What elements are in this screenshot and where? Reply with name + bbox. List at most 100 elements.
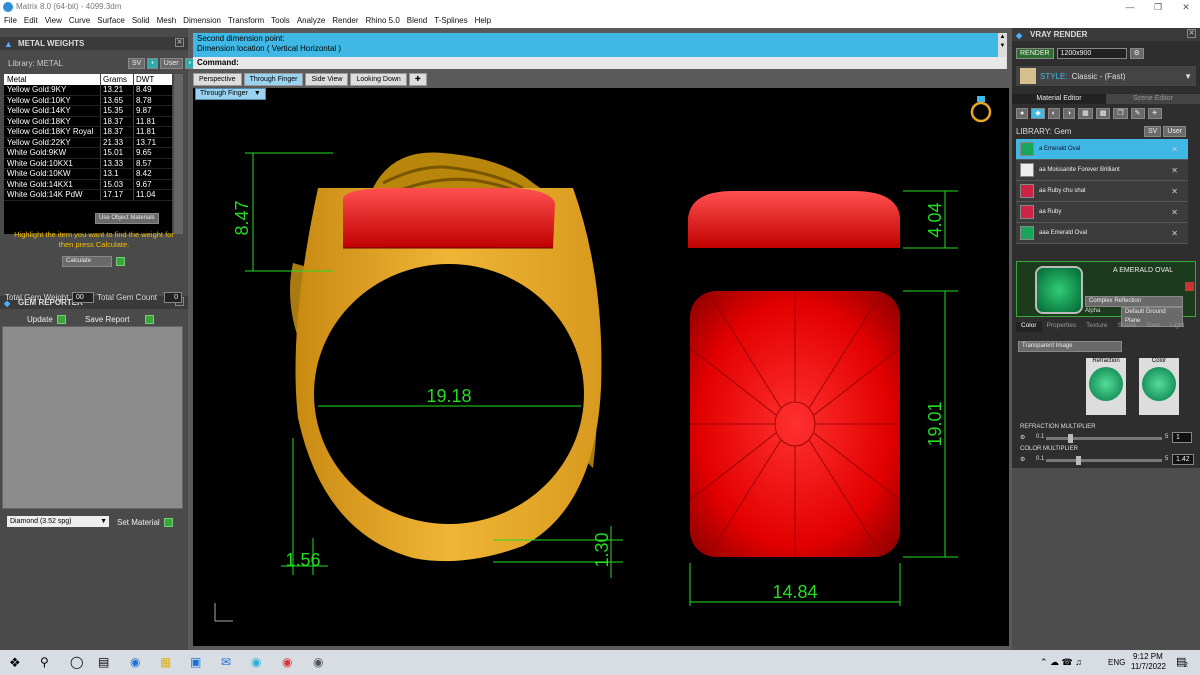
color-swatch[interactable]: Color xyxy=(1139,358,1179,415)
menu-view[interactable]: View xyxy=(45,14,62,28)
menu-curve[interactable]: Curve xyxy=(69,14,90,28)
menu-transform[interactable]: Transform xyxy=(228,14,264,28)
refraction-swatch[interactable]: Refraction xyxy=(1086,358,1126,415)
menu-tools[interactable]: Tools xyxy=(271,14,290,28)
table-row[interactable]: Yellow Gold:18KY 18.37 11.81 xyxy=(4,116,172,127)
reflection-select[interactable]: Complex Reflection xyxy=(1085,296,1183,307)
col-metal[interactable]: Metal xyxy=(4,74,100,85)
windows-start-icon[interactable]: ❖ xyxy=(9,655,21,671)
clock-time[interactable]: 9:12 PM xyxy=(1133,652,1163,661)
store-icon[interactable]: ▣ xyxy=(190,655,201,669)
color-knob[interactable] xyxy=(1076,456,1081,465)
copy-icon[interactable]: ❐ xyxy=(1113,108,1128,119)
grid-icon[interactable]: ▦ xyxy=(1078,108,1093,119)
update-go-icon[interactable] xyxy=(56,315,66,324)
close-icon[interactable]: ✕ xyxy=(1171,145,1178,154)
gear-icon[interactable]: ⚙ xyxy=(1020,434,1025,441)
menu-surface[interactable]: Surface xyxy=(97,14,125,28)
gem-sv-button[interactable]: SV xyxy=(1144,126,1162,137)
col-dwt[interactable]: DWT xyxy=(133,74,172,85)
tab-through-finger[interactable]: Through Finger xyxy=(243,73,304,86)
tab-scene-editor[interactable]: Scene Editor xyxy=(1106,94,1200,104)
color-value[interactable]: 1.42 xyxy=(1172,454,1194,465)
matrix-icon[interactable]: ▩ xyxy=(1095,108,1111,119)
close-icon[interactable]: ✕ xyxy=(1171,229,1178,238)
resolution-field[interactable]: 1200x900 xyxy=(1056,48,1127,59)
sv-button[interactable]: SV xyxy=(128,58,146,69)
search-icon[interactable]: ⚲ xyxy=(40,655,49,669)
close-icon[interactable]: ✕ xyxy=(1171,208,1178,217)
gem-user-button[interactable]: User xyxy=(1163,126,1187,137)
subtab-toon[interactable]: Toon xyxy=(1141,322,1165,332)
gem-material-icon[interactable]: ◆ xyxy=(1031,108,1045,119)
viewport[interactable]: 8.47 19.18 1.56 1.30 4.04 19.01 14.84 xyxy=(193,88,1009,646)
view-selector[interactable]: Through Finger ▼ xyxy=(195,88,266,100)
command-prompt[interactable]: Command: xyxy=(193,57,1006,69)
calculate-button[interactable]: Calculate xyxy=(62,256,112,267)
table-row[interactable]: White Gold:9KW 15.01 9.65 xyxy=(4,148,172,159)
language-indicator[interactable]: ENG xyxy=(1108,658,1125,667)
maximize-icon[interactable]: ❐ xyxy=(1144,0,1172,14)
mail-icon[interactable]: ✉ xyxy=(221,655,231,669)
calculate-go-icon[interactable] xyxy=(116,257,125,266)
menu-blend[interactable]: Blend xyxy=(407,14,427,28)
set-material-button[interactable]: Set Material xyxy=(117,518,160,527)
refraction-value[interactable]: 1 xyxy=(1172,432,1192,443)
close-icon[interactable]: ✕ xyxy=(1171,187,1178,196)
table-row[interactable]: White Gold:14KX1 15.03 9.67 xyxy=(4,179,172,190)
subtab-light[interactable]: Light xyxy=(1165,322,1189,332)
edge-icon[interactable]: ◉ xyxy=(130,655,140,669)
sphere-icon[interactable]: ◐ xyxy=(1047,108,1060,119)
save-report-button[interactable]: Save Report xyxy=(85,315,129,324)
mix-icon[interactable]: ◑ xyxy=(1062,108,1076,119)
close-icon[interactable]: ✕ xyxy=(1172,0,1200,14)
table-row[interactable]: Yellow Gold:9KY 13.21 8.49 xyxy=(4,85,172,96)
gem-list-item[interactable]: a Emerald Oval ✕ xyxy=(1016,139,1188,160)
menu-dimension[interactable]: Dimension xyxy=(183,14,221,28)
gem-list-item[interactable]: aa Ruby ✕ xyxy=(1016,202,1188,223)
chrome-icon[interactable]: ◉ xyxy=(282,655,292,669)
system-tray-icons[interactable]: ⌃ ☁ ☎ ♫ xyxy=(1040,657,1082,668)
color-slider[interactable] xyxy=(1046,456,1162,465)
refraction-slider[interactable] xyxy=(1046,434,1162,443)
metal-table-scrollbar[interactable] xyxy=(174,74,183,234)
cortana-icon[interactable]: ◯ xyxy=(70,655,83,669)
save-report-go-icon[interactable] xyxy=(145,315,155,324)
tab-side-view[interactable]: Side View xyxy=(305,73,349,86)
menu-tsplines[interactable]: T-Splines xyxy=(434,14,467,28)
ring-view-icon[interactable] xyxy=(970,96,992,123)
col-grams[interactable]: Grams xyxy=(100,74,133,85)
sv-indicator-icon[interactable]: • xyxy=(147,58,158,69)
style-row[interactable]: STYLE: Classic - (Fast) ▼ xyxy=(1016,66,1196,86)
transparent-select[interactable]: Transparent Image xyxy=(1018,341,1122,352)
gem-list-item[interactable]: aaa Emerald Oval ✕ xyxy=(1016,223,1188,244)
menu-render[interactable]: Render xyxy=(332,14,358,28)
set-material-go-icon[interactable] xyxy=(163,518,173,527)
reset-icon[interactable] xyxy=(1185,282,1194,291)
table-row[interactable]: White Gold:14K PdW 17.17 11.04 xyxy=(4,190,172,201)
gem-list-item[interactable]: aa Moissanite Forever Brilliant ✕ xyxy=(1016,160,1188,181)
menu-help[interactable]: Help xyxy=(475,14,491,28)
update-button[interactable]: Update xyxy=(27,315,53,324)
menu-rhino[interactable]: Rhino 5.0 xyxy=(366,14,400,28)
menu-mesh[interactable]: Mesh xyxy=(157,14,177,28)
subtab-properties[interactable]: Properties xyxy=(1042,322,1082,332)
paste-icon[interactable]: ✎ xyxy=(1130,108,1145,119)
close-icon[interactable]: ✕ xyxy=(175,38,184,47)
user-button[interactable]: User xyxy=(159,58,183,69)
render-button[interactable]: RENDER xyxy=(1016,48,1054,59)
gem-list-item[interactable]: aa Ruby chu shat ✕ xyxy=(1016,181,1188,202)
file-explorer-icon[interactable]: ▦ xyxy=(160,655,171,669)
close-icon[interactable]: ✕ xyxy=(1171,166,1178,175)
minimize-icon[interactable]: — xyxy=(1116,0,1144,14)
subtab-color[interactable]: Color xyxy=(1016,322,1042,332)
add-tab-icon[interactable]: ✚ xyxy=(408,73,427,86)
task-view-icon[interactable]: ▤ xyxy=(98,655,109,669)
tab-material-editor[interactable]: Material Editor xyxy=(1012,94,1106,104)
table-row[interactable]: Yellow Gold:18KY Royal 18.37 11.81 xyxy=(4,127,172,138)
matrix-app-icon[interactable]: ◉ xyxy=(251,655,261,669)
menu-analyze[interactable]: Analyze xyxy=(297,14,325,28)
drop-icon[interactable]: ● xyxy=(1016,108,1029,119)
subtab-scene[interactable]: Scene xyxy=(1113,322,1141,332)
refraction-knob[interactable] xyxy=(1068,434,1073,443)
